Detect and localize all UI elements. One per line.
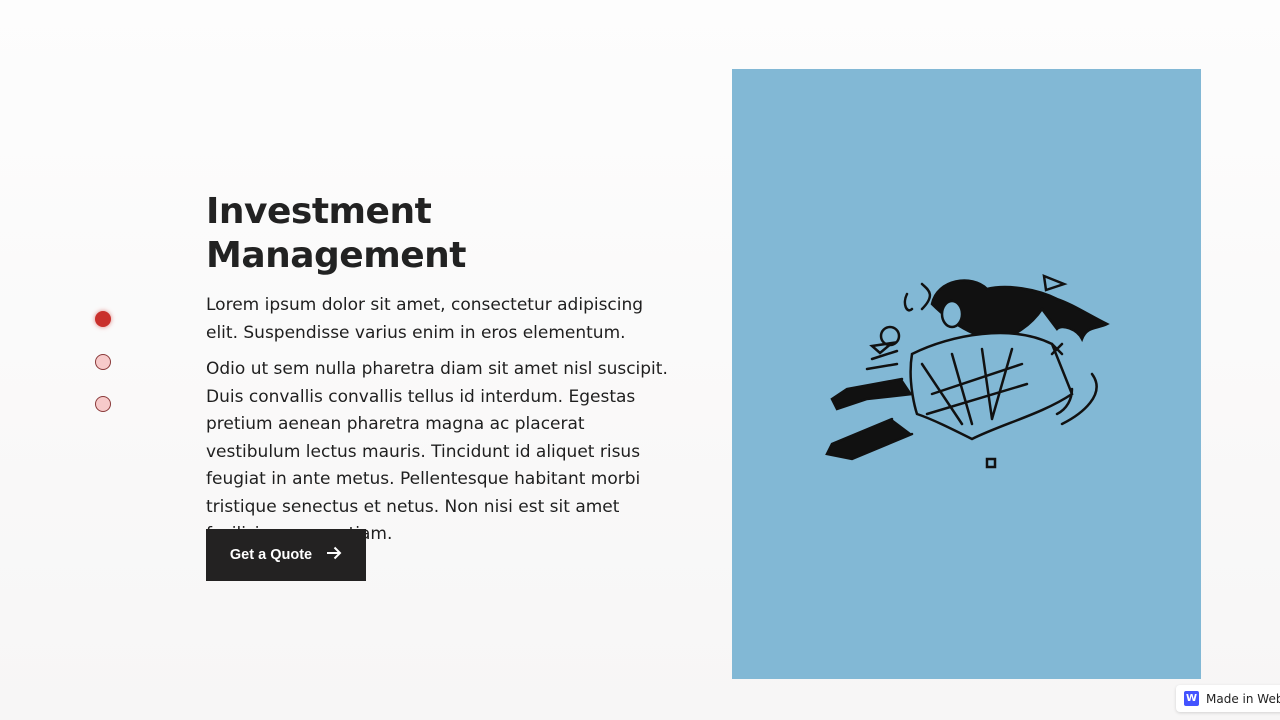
body-paragraph: Odio ut sem nulla pharetra diam sit amet… [206,359,668,544]
slide-dot-3[interactable] [95,396,111,412]
webflow-logo-icon: W [1184,691,1199,706]
slide-dot-1[interactable] [95,311,111,327]
intro-paragraph: Lorem ipsum dolor sit amet, consectetur … [206,295,644,343]
get-a-quote-button[interactable]: Get a Quote [206,529,366,581]
slide-dot-2[interactable] [95,354,111,370]
badge-label: Made in Webf [1206,691,1280,706]
arrow-right-icon [326,546,342,564]
falling-person-illustration [825,274,1110,469]
image-panel [732,69,1201,679]
button-label: Get a Quote [229,547,313,563]
page-title: Investment Management [206,191,467,276]
made-in-webflow-badge[interactable]: W Made in Webf [1176,685,1280,712]
hero-content: Investment Management Lorem ipsum dolor … [206,190,676,549]
